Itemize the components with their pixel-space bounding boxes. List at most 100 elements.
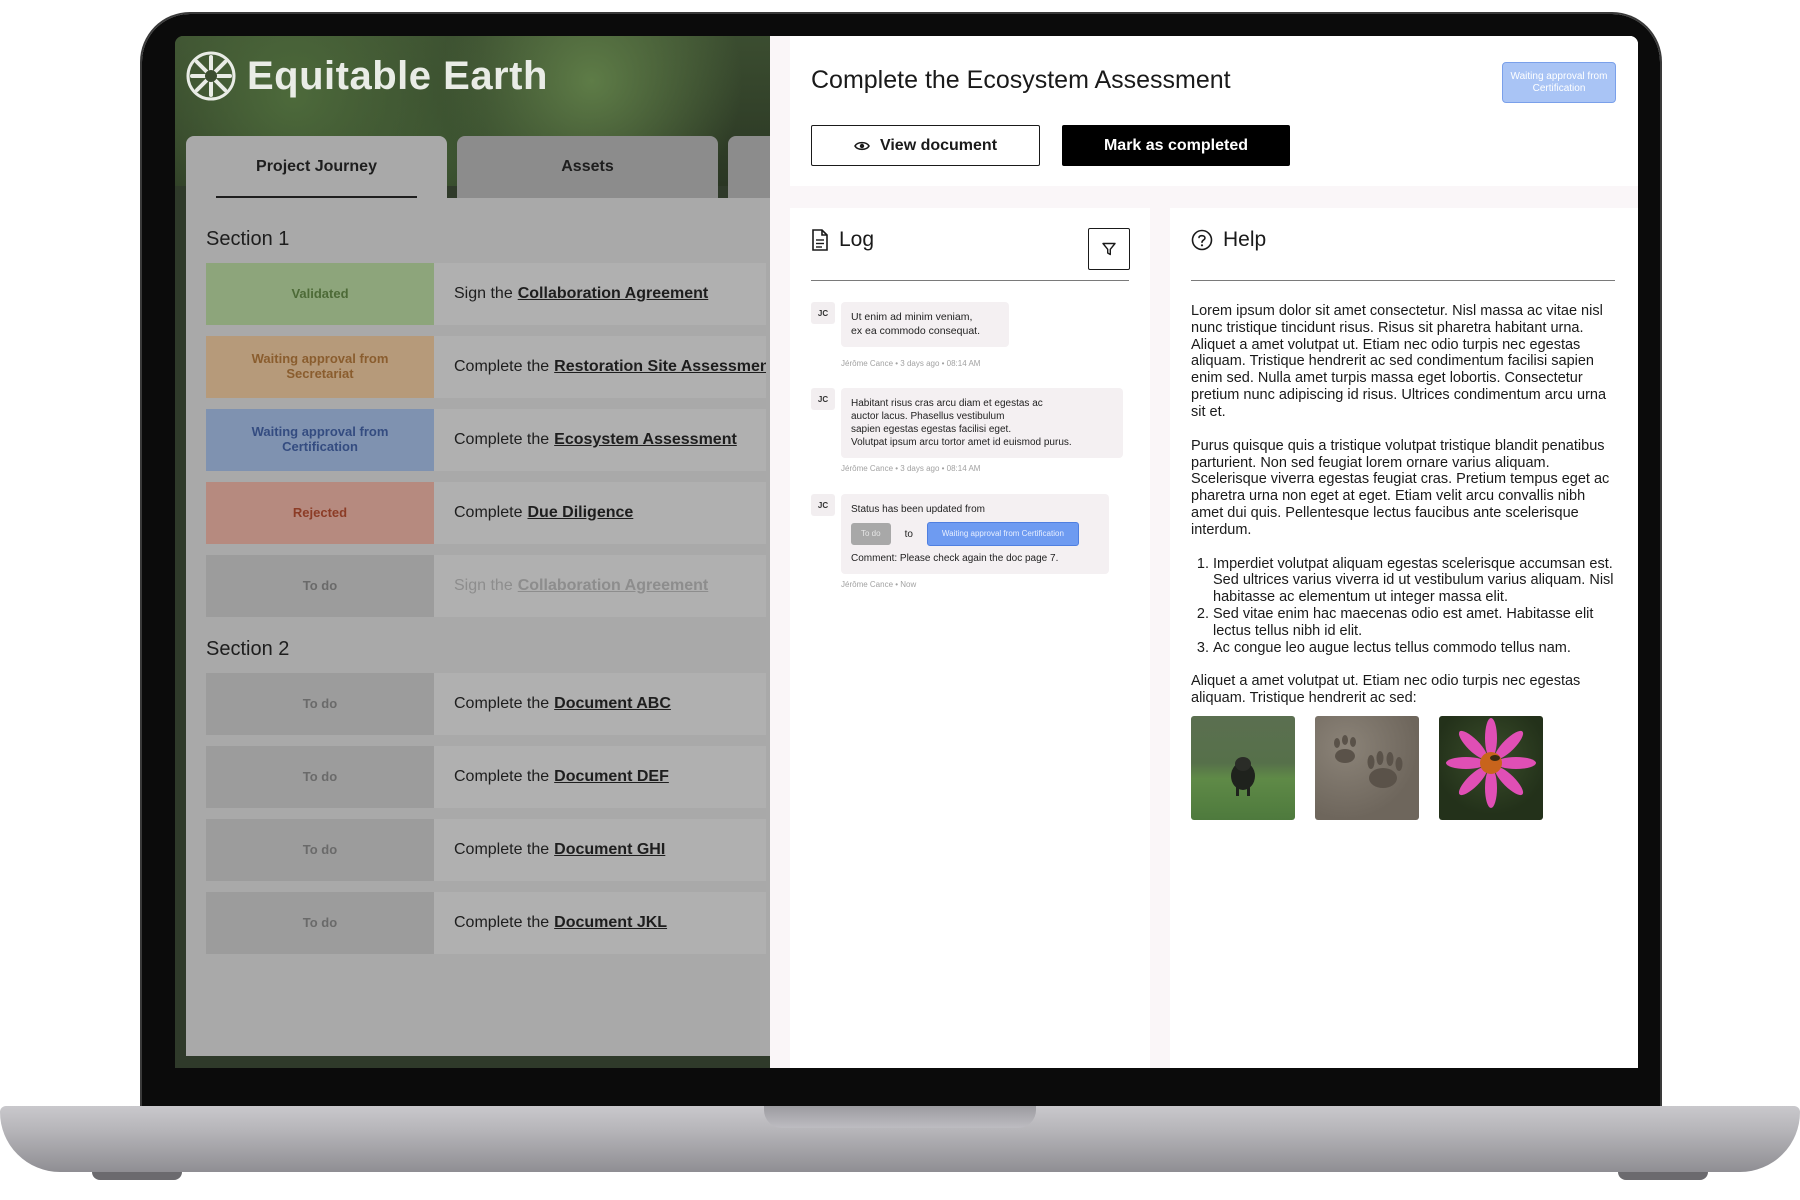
boar-photo[interactable] [1191, 716, 1295, 821]
log-message-line: ex ea commodo consequat. [851, 324, 980, 337]
journey-row[interactable]: To do Complete the Document GHI [206, 819, 766, 881]
task-cell: Sign the Collaboration Agreement [434, 555, 766, 617]
status-badge: Validated [206, 263, 434, 325]
help-paragraph: Aliquet a amet volutpat ut. Etiam nec od… [1191, 673, 1581, 707]
log-message-line: sapien egestas egestas facilisi eget. [851, 424, 1012, 435]
document-link[interactable]: Document JKL [554, 914, 667, 932]
journey-row[interactable]: Rejected Complete Due Diligence [206, 482, 766, 544]
help-title: Help [1223, 228, 1267, 251]
log-message-line: auctor lacus. Phasellus vestibulum [851, 411, 1005, 422]
task-prefix: Complete [454, 504, 523, 521]
help-list-item: Sed vitae enim hac maecenas odio est ame… [1213, 606, 1616, 640]
help-list-item: Imperdiet volutpat aliquam egestas scele… [1213, 556, 1616, 606]
view-document-label: View document [879, 136, 998, 154]
track-illustration [1334, 735, 1403, 789]
journey-row[interactable]: To do Complete the Document DEF [206, 746, 766, 808]
document-link[interactable]: Due Diligence [527, 504, 633, 522]
tab-project-journey[interactable]: Project Journey [186, 136, 447, 198]
logo-text: Equitable Earth [247, 53, 548, 98]
help-card: Help Lorem ipsum dolor sit amet consecte… [1170, 208, 1638, 1068]
task-prefix: Complete the [454, 841, 550, 858]
help-paragraph: Purus quisque quis a tristique volutpat … [1191, 437, 1610, 538]
filter-icon [1102, 242, 1116, 256]
document-link[interactable]: Collaboration Agreement [518, 577, 709, 595]
help-paragraph: Lorem ipsum dolor sit amet consectetur. … [1191, 303, 1607, 420]
document-link[interactable]: Document GHI [554, 841, 665, 859]
task-prefix: Complete the [454, 431, 550, 448]
status-badge: Waiting approval from Secretariat [206, 336, 434, 398]
document-link[interactable]: Ecosystem Assessment [554, 431, 737, 449]
journey-row[interactable]: Waiting approval from Certification Comp… [206, 409, 766, 471]
detail-header: Complete the Ecosystem Assessment Waitin… [790, 36, 1638, 186]
laptop-foot-left [92, 1172, 182, 1180]
logo[interactable]: Equitable Earth [185, 50, 548, 102]
status-badge: Waiting approval from Certification [1502, 62, 1616, 103]
laptop-foot-right [1618, 1172, 1708, 1180]
help-body: Lorem ipsum dolor sit amet consectetur. … [1191, 303, 1616, 821]
status-badge: To do [206, 746, 434, 808]
document-link[interactable]: Document ABC [554, 695, 671, 713]
status-badge: Waiting approval from Certification [206, 409, 434, 471]
detail-panel: Complete the Ecosystem Assessment Waitin… [770, 36, 1638, 1068]
mark-as-completed-button[interactable]: Mark as completed [1062, 125, 1290, 166]
task-cell: Sign the Collaboration Agreement [434, 263, 766, 325]
eye-icon [854, 141, 870, 150]
task-prefix: Complete the [454, 695, 550, 712]
log-meta: Jérôme Cance • 3 days ago • 08:14 AM [841, 464, 981, 473]
animal-track-photo[interactable] [1315, 716, 1419, 821]
task-cell: Complete the Document JKL [434, 892, 766, 954]
document-link[interactable]: Restoration Site Assessment [554, 358, 766, 376]
log-message: Status has been updated from To do to Wa… [841, 494, 1109, 575]
task-cell: Complete Due Diligence [434, 482, 766, 544]
detail-title: Complete the Ecosystem Assessment [811, 66, 1231, 94]
earth-logo-icon [186, 51, 236, 101]
section-title: Section 1 [206, 228, 290, 250]
journey-row[interactable]: To do Complete the Document ABC [206, 673, 766, 735]
flower-illustration [1446, 718, 1536, 809]
laptop-screen: Equitable Earth Project Journey Assets S… [175, 36, 1638, 1068]
log-message: Habitant risus cras arcu diam et egestas… [841, 388, 1123, 458]
laptop-notch [764, 1106, 1036, 1128]
status-badge: To do [206, 892, 434, 954]
filter-button[interactable] [1088, 228, 1130, 270]
view-document-button[interactable]: View document [811, 125, 1040, 166]
task-prefix: Sign the [454, 285, 513, 302]
boar-illustration [1231, 757, 1255, 797]
journey-row[interactable]: To do Complete the Document JKL [206, 892, 766, 954]
document-link[interactable]: Collaboration Agreement [518, 285, 709, 303]
log-message-line: Habitant risus cras arcu diam et egestas… [851, 398, 1043, 409]
help-list-item: Ac congue leo augue lectus tellus commod… [1213, 640, 1616, 657]
coneflower-photo[interactable] [1439, 716, 1543, 821]
log-header: Log [811, 228, 874, 252]
log-title: Log [839, 228, 875, 251]
log-divider [811, 280, 1129, 281]
task-cell: Complete the Document DEF [434, 746, 766, 808]
task-prefix: Complete the [454, 358, 550, 375]
task-cell: Complete the Document GHI [434, 819, 766, 881]
journey-row[interactable]: Waiting approval from Secretariat Comple… [206, 336, 766, 398]
status-badge: Rejected [206, 482, 434, 544]
avatar: JC [811, 494, 835, 516]
project-journey-app: Equitable Earth Project Journey Assets S… [175, 36, 788, 1068]
help-divider [1191, 280, 1615, 281]
status-badge: To do [206, 555, 434, 617]
avatar: JC [811, 388, 835, 410]
task-cell: Complete the Restoration Site Assessment [434, 336, 766, 398]
status-badge: To do [206, 819, 434, 881]
section-title: Section 2 [206, 638, 290, 660]
document-icon [812, 229, 828, 251]
log-message-line: Ut enim ad minim veniam, [851, 311, 973, 323]
avatar: JC [811, 302, 835, 324]
status-change: To do to Waiting approval from Certifica… [851, 522, 1099, 547]
log-message-line: Volutpat ipsum arcu tortor amet id euism… [851, 437, 1072, 448]
journey-row[interactable]: To do Sign the Collaboration Agreement [206, 555, 766, 617]
help-list: Imperdiet volutpat aliquam egestas scele… [1191, 556, 1616, 657]
task-prefix: Sign the [454, 577, 513, 594]
old-status-chip: To do [851, 523, 891, 546]
help-header: Help [1191, 228, 1266, 252]
log-meta: Jérôme Cance • Now [841, 580, 917, 589]
tab-assets[interactable]: Assets [457, 136, 718, 198]
status-update-text: Status has been updated from [851, 504, 985, 515]
document-link[interactable]: Document DEF [554, 768, 669, 786]
journey-row[interactable]: Validated Sign the Collaboration Agreeme… [206, 263, 766, 325]
